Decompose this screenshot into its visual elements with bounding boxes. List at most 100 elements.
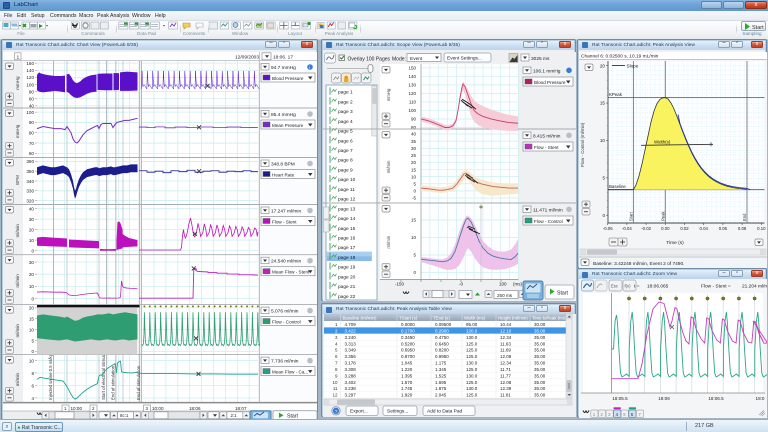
svg-text:Peak: Peak [660, 211, 665, 221]
svg-text:85.4 mmHg: 85.4 mmHg [271, 112, 296, 118]
svg-text:-150: -150 [395, 282, 405, 287]
svg-text:Channel 6: 0.02500 s, 10.19 mL: Channel 6: 0.02500 s, 10.19 mL/min [581, 54, 659, 60]
svg-text:130.0: 130.0 [466, 361, 478, 366]
svg-text:6: 6 [31, 383, 34, 388]
svg-text:18:06.065: 18:06.065 [647, 284, 669, 290]
svg-text:20: 20 [29, 272, 35, 277]
svg-text:Mode:: Mode: [392, 56, 406, 62]
svg-text:120: 120 [26, 75, 34, 80]
svg-text:1.345: 1.345 [435, 367, 447, 372]
svg-text:11.471 ml/min: 11.471 ml/min [533, 208, 563, 214]
svg-text:10: 10 [29, 284, 35, 289]
svg-text:0.06: 0.06 [719, 226, 728, 231]
svg-text:0.9950: 0.9950 [435, 354, 449, 359]
svg-text:35.00: 35.00 [534, 386, 546, 391]
svg-text:page 12: page 12 [338, 197, 356, 203]
svg-text:0.09500: 0.09500 [435, 322, 452, 327]
svg-text:11.69: 11.69 [500, 348, 511, 353]
svg-text:348.8 BPM: 348.8 BPM [271, 162, 295, 168]
svg-text:Mean Flow - Ca...: Mean Flow - Ca... [272, 370, 308, 375]
svg-text:Flow - Stent: Flow - Stent [534, 145, 559, 150]
svg-text:Add to Data Pad: Add to Data Pad [427, 409, 463, 415]
svg-text:Flow - Stent: Flow - Stent [272, 220, 297, 225]
svg-text:130.0: 130.0 [466, 386, 478, 391]
svg-text:page 3: page 3 [338, 109, 353, 115]
svg-text:Baseline: 3.42248 ml/min, Even: Baseline: 3.42248 ml/min, Event 2 of 749… [593, 261, 684, 267]
svg-text:1: 1 [17, 55, 20, 61]
svg-text:130.0: 130.0 [466, 335, 478, 340]
svg-text:Overlay 100 Pages: Overlay 100 Pages [348, 56, 391, 62]
svg-text:10: 10 [29, 327, 35, 332]
svg-text:140: 140 [408, 74, 416, 79]
svg-text:0: 0 [31, 296, 34, 301]
svg-text:Time toPeak (ms): Time toPeak (ms) [532, 315, 567, 320]
svg-text:Flow - Stent =: Flow - Stent = [701, 284, 731, 290]
svg-text:120: 120 [408, 91, 416, 96]
svg-text:3.313: 3.313 [345, 341, 357, 346]
svg-text:Settings...: Settings... [387, 409, 408, 415]
svg-text:-0.06: -0.06 [603, 226, 613, 231]
svg-text:0: 0 [31, 248, 34, 253]
svg-text:page 15: page 15 [338, 226, 356, 232]
svg-text:ml/min: ml/min [386, 235, 391, 248]
svg-text:page 10: page 10 [338, 177, 356, 183]
svg-text:0.00: 0.00 [661, 226, 670, 231]
svg-text:1.570: 1.570 [401, 380, 413, 385]
svg-text:125.0: 125.0 [466, 380, 478, 385]
svg-text:80: 80 [29, 89, 35, 94]
svg-text:35.00: 35.00 [534, 367, 546, 372]
svg-text:page 8: page 8 [338, 158, 353, 164]
svg-text:3.238: 3.238 [345, 386, 357, 391]
svg-text:Baseline (ml/min): Baseline (ml/min) [343, 315, 377, 320]
svg-text:12.34: 12.34 [500, 335, 512, 340]
svg-text:24.540 ml/min: 24.540 ml/min [271, 259, 301, 265]
svg-text:20: 20 [29, 306, 35, 311]
svg-text:11.81: 11.81 [500, 393, 511, 398]
svg-text:End: End [742, 213, 747, 221]
svg-text:10: 10 [29, 358, 35, 363]
svg-text:40: 40 [411, 132, 417, 137]
svg-text:Blood Pressure: Blood Pressure [534, 80, 566, 85]
svg-text:90: 90 [29, 120, 35, 125]
svg-text:2:1: 2:1 [231, 413, 238, 418]
svg-text:3025 ms: 3025 ms [531, 56, 550, 62]
svg-text:250 ms: 250 ms [497, 293, 513, 298]
svg-text:8c:1: 8c:1 [120, 413, 129, 418]
svg-text:18:06.5: 18:06.5 [708, 396, 724, 401]
svg-text:page 22: page 22 [338, 294, 356, 300]
svg-text:0.5200: 0.5200 [401, 341, 415, 346]
svg-text:70: 70 [29, 141, 35, 146]
svg-text:mmHg: mmHg [15, 124, 20, 138]
svg-text:320: 320 [26, 198, 34, 203]
svg-text:ml/min: ml/min [15, 324, 20, 338]
svg-text:12.39: 12.39 [500, 386, 512, 391]
svg-text:3.349: 3.349 [345, 348, 357, 353]
svg-text:page 7: page 7 [338, 148, 353, 154]
svg-text:11.71: 11.71 [500, 367, 511, 372]
svg-text:0.8200: 0.8200 [435, 348, 449, 353]
svg-text:Time (s): Time (s) [666, 240, 684, 246]
svg-text:130: 130 [408, 83, 416, 88]
svg-text:3.178: 3.178 [345, 361, 357, 366]
svg-text:1.175: 1.175 [435, 361, 447, 366]
svg-text:10:00: 10:00 [71, 406, 83, 411]
svg-text:12.09: 12.09 [500, 354, 512, 359]
svg-text:-0.02: -0.02 [641, 226, 651, 231]
svg-text:t =: t = [634, 284, 640, 290]
svg-text:95.00: 95.00 [466, 322, 478, 327]
svg-text:Baseline: Baseline [609, 184, 626, 189]
svg-text:Start: Start [557, 291, 569, 297]
svg-text:5: 5 [602, 176, 605, 181]
svg-text:Heart Rate: Heart Rate [272, 173, 295, 178]
svg-text:125.0: 125.0 [466, 341, 478, 346]
svg-text:80: 80 [29, 131, 35, 136]
svg-text:-0: -0 [459, 282, 463, 287]
svg-text:Start: Start [752, 25, 764, 31]
svg-text:5.076 ml/min: 5.076 ml/min [271, 309, 299, 315]
svg-text:30: 30 [411, 146, 417, 151]
svg-text:94.7 mmHg: 94.7 mmHg [271, 65, 296, 71]
svg-text:1.745: 1.745 [401, 386, 413, 391]
svg-text:page 14: page 14 [338, 216, 356, 222]
svg-text:100: 100 [499, 282, 507, 287]
svg-text:140: 140 [26, 68, 34, 73]
